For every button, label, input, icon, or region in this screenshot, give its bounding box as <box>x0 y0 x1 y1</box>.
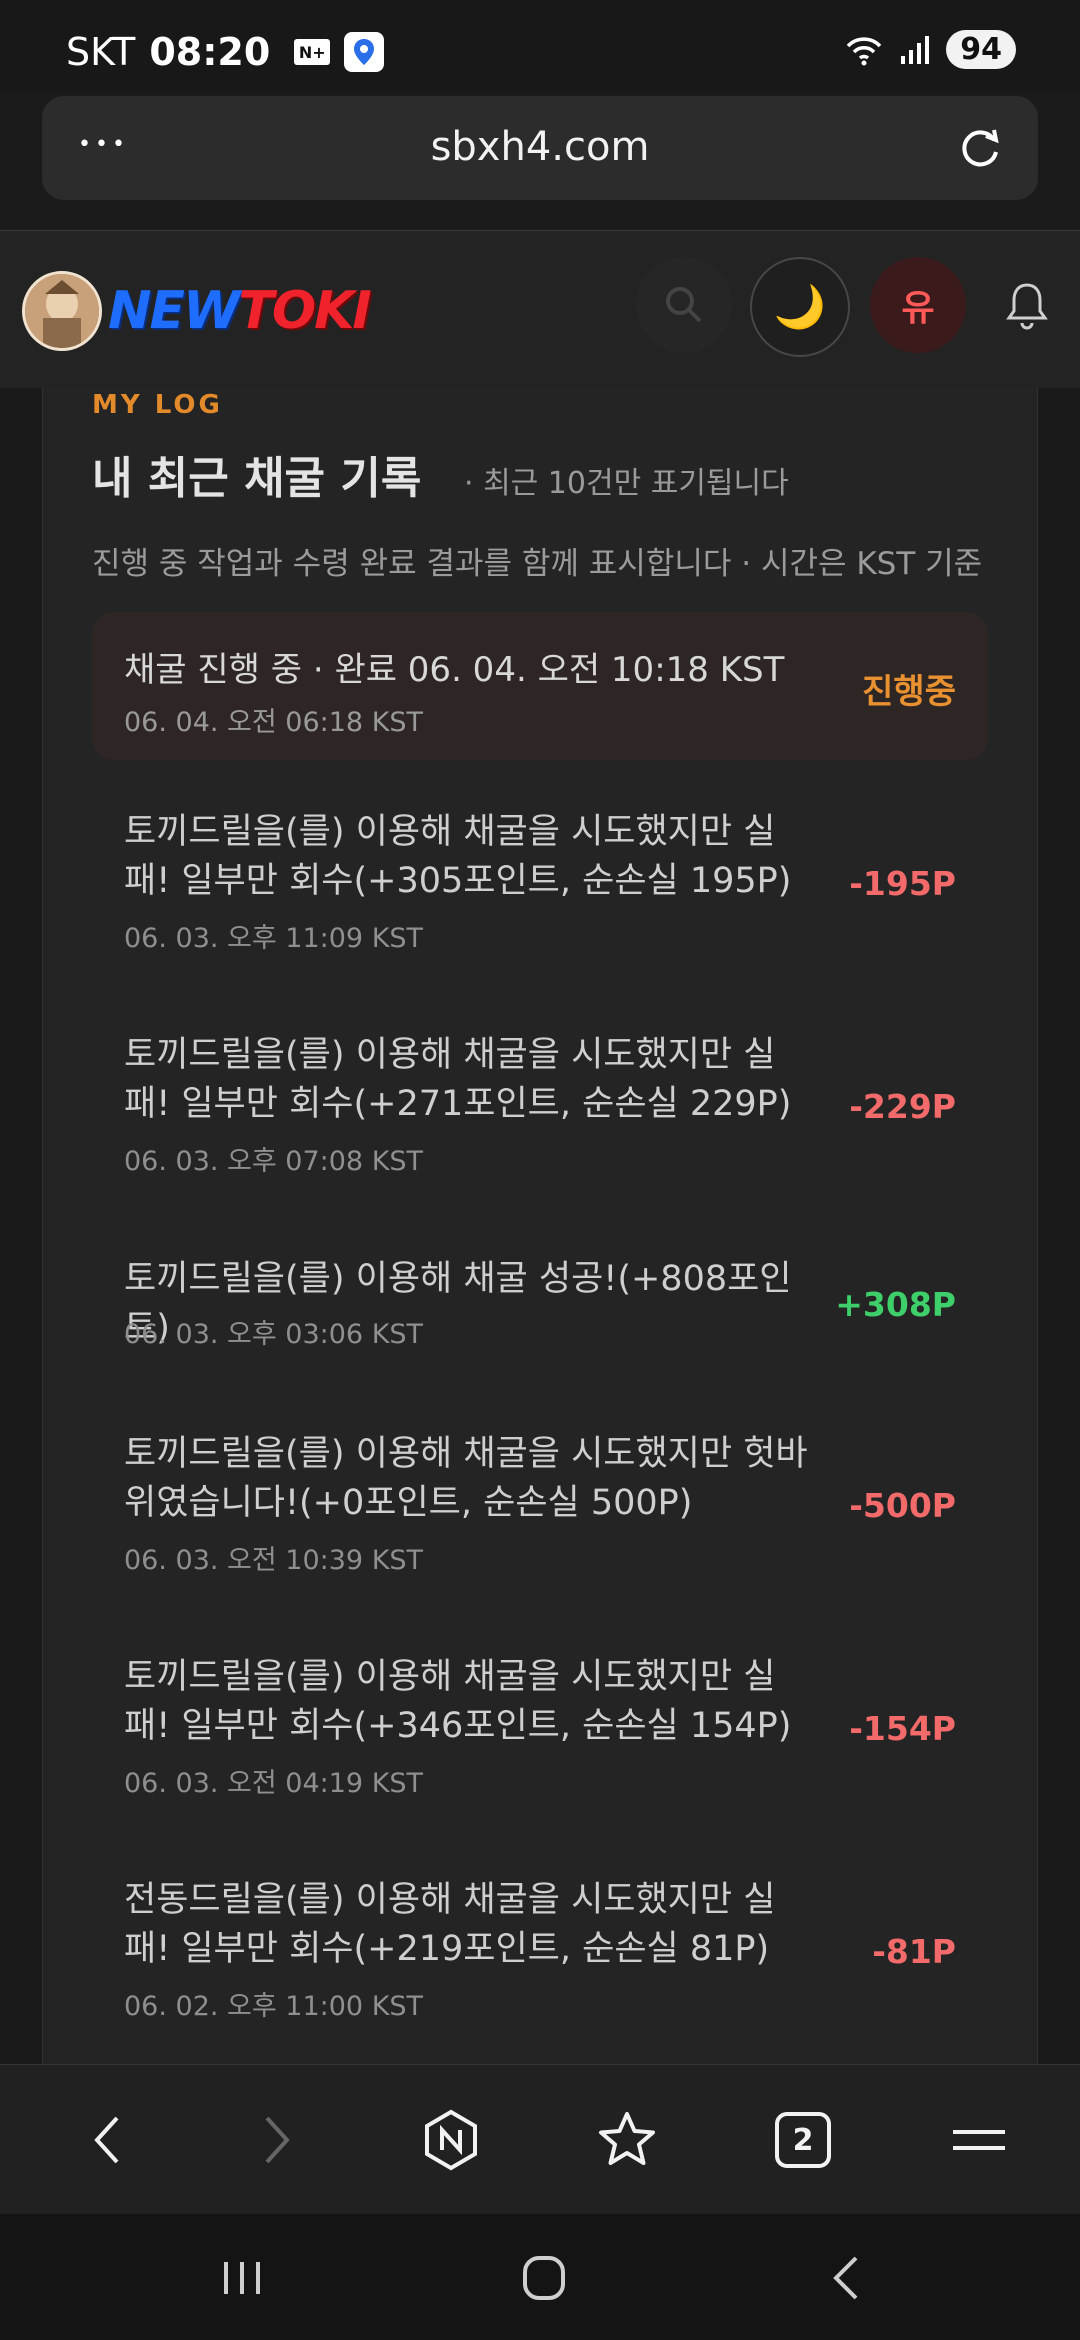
bookmark-button[interactable] <box>592 2105 662 2175</box>
log-text: 전동드릴을(를) 이용해 채굴을 시도했지만 실패! 일부만 회수(+219포인… <box>124 1880 776 1969</box>
dark-mode-toggle[interactable]: 🌙 <box>750 257 850 357</box>
tabs-button[interactable]: 2 <box>768 2105 838 2175</box>
log-time: 06. 03. 오후 11:09 KST <box>124 923 424 954</box>
log-item: 토끼드릴을(를) 이용해 채굴을 시도했지만 실패! 일부만 회수(+346포인… <box>92 1653 988 1813</box>
battery-indicator: 94 <box>946 30 1016 69</box>
naver-plus-icon: N+ <box>294 39 331 65</box>
home-icon[interactable] <box>514 2252 574 2304</box>
notification-bell-icon[interactable] <box>1004 279 1050 331</box>
log-amount: -500P <box>849 1486 956 1525</box>
menu-button[interactable] <box>944 2105 1014 2175</box>
log-amount: -195P <box>849 864 956 903</box>
running-time: 06. 04. 오전 06:18 KST <box>124 707 424 738</box>
reload-icon[interactable] <box>950 118 1010 178</box>
clock: 08:20 <box>149 30 271 74</box>
search-icon <box>666 287 702 323</box>
chevron-left-icon <box>94 2116 119 2164</box>
status-badge: 진행중 <box>862 672 956 712</box>
log-amount: -229P <box>849 1087 956 1126</box>
site-mascot-avatar[interactable] <box>22 271 102 351</box>
log-text: 토끼드릴을(를) 이용해 채굴을 시도했지만 헛바위였습니다!(+0포인트, 순… <box>124 1434 808 1523</box>
map-app-icon <box>344 32 385 72</box>
section-title: 내 최근 채굴 기록 <box>92 453 422 504</box>
url-text[interactable]: sbxh4.com <box>42 124 1038 170</box>
running-title: 채굴 진행 중 · 완료 06. 04. 오전 10:18 KST <box>124 650 785 690</box>
log-time: 06. 02. 오후 11:00 KST <box>124 1991 424 2022</box>
status-right: 94 <box>844 30 1016 69</box>
site-header: NEWTOKI 🌙 유 <box>0 230 1080 390</box>
log-item: 전동드릴을(를) 이용해 채굴을 시도했지만 실패! 일부만 회수(+219포인… <box>92 1876 988 2036</box>
address-bar[interactable]: ••• sbxh4.com <box>42 96 1038 200</box>
system-nav-bar <box>0 2214 1080 2340</box>
logo-toki-text: TOKI <box>238 281 371 341</box>
log-time: 06. 03. 오전 10:39 KST <box>124 1545 424 1576</box>
log-amount: +308P <box>835 1285 956 1324</box>
log-item: 토끼드릴을(를) 이용해 채굴을 시도했지만 헛바위였습니다!(+0포인트, 순… <box>92 1430 988 1590</box>
site-logo[interactable]: NEWTOKI <box>108 281 372 341</box>
wifi-icon <box>846 36 882 65</box>
log-item: 토끼드릴을(를) 이용해 채굴 성공!(+808포인트) 06. 03. 오후 … <box>92 1255 988 1365</box>
log-item: 토끼드릴을(를) 이용해 채굴을 시도했지만 실패! 일부만 회수(+271포인… <box>92 1031 988 1191</box>
log-amount: -154P <box>849 1709 956 1748</box>
logo-new-text: NEW <box>108 281 240 341</box>
status-left: SKT 08:20 N+ <box>66 30 385 74</box>
signal-icon <box>901 35 930 64</box>
log-text: 토끼드릴을(를) 이용해 채굴을 시도했지만 실패! 일부만 회수(+346포인… <box>124 1657 792 1746</box>
status-bar: SKT 08:20 N+ 94 <box>0 0 1080 92</box>
back-button[interactable] <box>72 2105 142 2175</box>
running-log-item: 채굴 진행 중 · 완료 06. 04. 오전 10:18 KST 06. 04… <box>92 612 988 760</box>
log-time: 06. 03. 오후 03:06 KST <box>124 1319 424 1350</box>
system-back-icon[interactable] <box>818 2252 878 2304</box>
moon-icon: 🌙 <box>773 282 827 331</box>
log-item: 토끼드릴을(를) 이용해 채굴을 시도했지만 실패! 일부만 회수(+305포인… <box>92 808 988 968</box>
search-button[interactable] <box>636 257 732 353</box>
hamburger-menu-icon <box>953 2130 1005 2150</box>
log-text: 토끼드릴을(를) 이용해 채굴을 시도했지만 실패! 일부만 회수(+271포인… <box>124 1035 792 1124</box>
section-eyebrow: MY LOG <box>92 390 223 420</box>
log-text: 토끼드릴을(를) 이용해 채굴을 시도했지만 실패! 일부만 회수(+305포인… <box>124 812 792 901</box>
section-note: · 최근 10건만 표기됩니다 <box>464 466 789 501</box>
naver-n-icon <box>425 2109 477 2171</box>
user-initial: 유 <box>901 288 935 329</box>
section-description: 진행 중 작업과 수령 완료 결과를 함께 표시합니다 · 시간은 KST 기준 <box>92 546 983 582</box>
user-avatar-button[interactable]: 유 <box>870 257 966 353</box>
browser-toolbar: ••• sbxh4.com <box>0 92 1080 230</box>
star-icon <box>599 2112 655 2165</box>
tab-count: 2 <box>792 2122 814 2158</box>
browser-bottom-nav: 2 <box>0 2064 1080 2215</box>
log-amount: -81P <box>872 1932 956 1971</box>
naver-home-button[interactable] <box>416 2105 486 2175</box>
chevron-right-icon <box>265 2116 290 2164</box>
log-time: 06. 03. 오후 07:08 KST <box>124 1146 424 1177</box>
recent-apps-icon[interactable] <box>212 2252 272 2304</box>
carrier-label: SKT <box>66 30 136 74</box>
log-time: 06. 03. 오전 04:19 KST <box>124 1768 424 1799</box>
forward-button[interactable] <box>242 2105 312 2175</box>
